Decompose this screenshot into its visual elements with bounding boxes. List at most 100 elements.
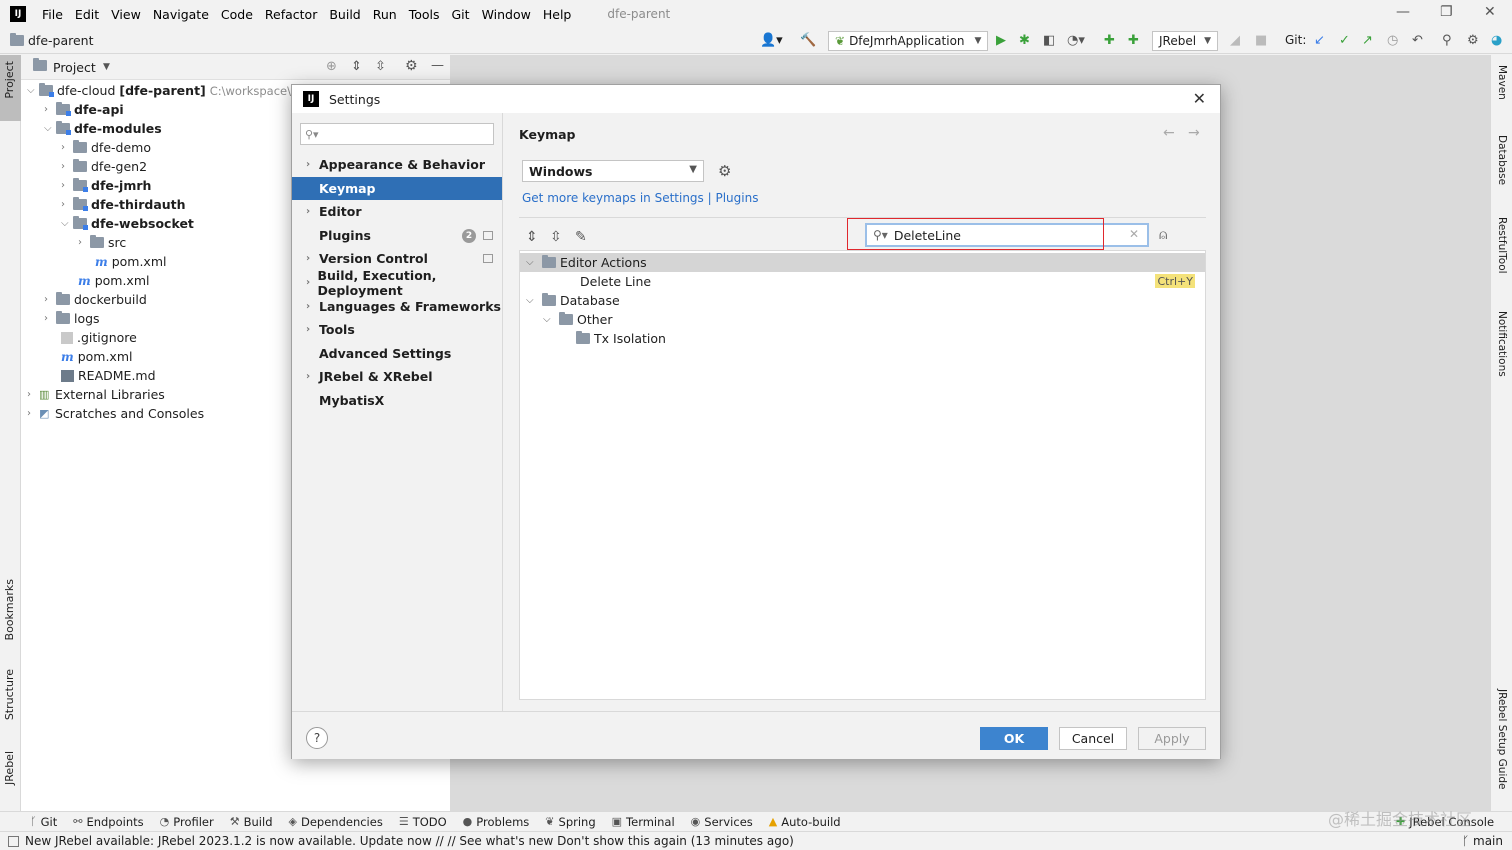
chevron-down-icon[interactable]: ⌵ [543, 314, 559, 325]
menu-refactor[interactable]: Refactor [259, 7, 323, 22]
tree-item-pom-root[interactable]: m pom.xml [61, 347, 132, 366]
menu-git[interactable]: Git [446, 7, 476, 22]
tree-item-pom-websocket[interactable]: m pom.xml [95, 252, 166, 271]
nav-keymap[interactable]: Keymap [292, 177, 502, 200]
chevron-down-icon[interactable]: ⌵ [27, 85, 39, 96]
git-update-icon[interactable]: ↙ [1314, 33, 1325, 48]
tree-item-database[interactable]: ⌵ Database [520, 291, 1205, 310]
chevron-right-icon[interactable]: › [61, 180, 73, 191]
chevron-right-icon[interactable]: › [44, 294, 56, 305]
apply-button[interactable]: Apply [1138, 727, 1206, 750]
chevron-down-icon[interactable]: ⌵ [526, 257, 542, 268]
settings-gear-icon[interactable]: ⚙ [1467, 33, 1479, 48]
structure-tab[interactable]: Structure [3, 669, 16, 720]
terminal-tool-button[interactable]: ▣ Terminal [612, 815, 675, 829]
chevron-right-icon[interactable]: › [61, 142, 73, 153]
rollback-icon[interactable]: ↶ [1412, 33, 1423, 48]
keymap-gear-icon[interactable]: ⚙ [718, 162, 731, 180]
menu-navigate[interactable]: Navigate [147, 7, 215, 22]
menu-edit[interactable]: Edit [69, 7, 105, 22]
git-push-icon[interactable]: ↗ [1362, 33, 1373, 48]
locate-icon[interactable]: ⊕ [326, 59, 337, 74]
git-commit-icon[interactable]: ✓ [1339, 33, 1350, 48]
nav-tools[interactable]: › Tools [292, 318, 502, 341]
menu-code[interactable]: Code [215, 7, 259, 22]
tree-item-editor-actions[interactable]: ⌵ Editor Actions [520, 253, 1205, 272]
menu-view[interactable]: View [105, 7, 147, 22]
nav-build-execution-deployment[interactable]: › Build, Execution, Deployment [292, 268, 502, 298]
tree-item-dfe-demo[interactable]: › dfe-demo [61, 138, 151, 157]
chevron-down-icon[interactable]: ▼ [103, 62, 110, 72]
jrebel-setup-guide-tab[interactable]: JRebel Setup Guide [1496, 689, 1508, 790]
restore-icon[interactable]: ❐ [1440, 4, 1453, 20]
expand-all-icon[interactable]: ⇕ [526, 229, 538, 245]
tree-item-readme[interactable]: README.md [61, 366, 156, 385]
menu-help[interactable]: Help [537, 7, 578, 22]
tree-item-external-libraries[interactable]: › ▥ External Libraries [27, 385, 165, 404]
settings-search-input[interactable]: ⚲▾ [300, 123, 494, 145]
build-tool-button[interactable]: ⚒ Build [230, 815, 273, 829]
tree-item-dfe-api[interactable]: › dfe-api [44, 100, 124, 119]
menu-build[interactable]: Build [323, 7, 366, 22]
jrebel-run-icon[interactable]: ✚ [1104, 33, 1115, 48]
run-config-select[interactable]: ❦ DfeJmrhApplication ▼ [828, 31, 989, 51]
project-panel-title[interactable]: Project [53, 60, 96, 75]
status-message[interactable]: New JRebel available: JRebel 2023.1.2 is… [25, 834, 794, 848]
menu-tools[interactable]: Tools [403, 7, 446, 22]
chevron-down-icon[interactable]: ⌵ [44, 123, 56, 134]
user-icon[interactable]: 👤▾ [760, 33, 783, 48]
run-icon[interactable]: ▶ [996, 33, 1006, 48]
chevron-right-icon[interactable]: › [27, 408, 39, 419]
tree-item-delete-line[interactable]: Delete Line Ctrl+Y [520, 272, 1205, 291]
cancel-button[interactable]: Cancel [1059, 727, 1127, 750]
jrebel-tab[interactable]: JRebel [3, 751, 16, 785]
restful-tool-tab[interactable]: RestfulTool [1496, 217, 1508, 274]
menu-run[interactable]: Run [367, 7, 403, 22]
help-button[interactable]: ? [306, 727, 328, 749]
ok-button[interactable]: OK [980, 727, 1048, 750]
chevron-right-icon[interactable]: › [44, 104, 56, 115]
bookmarks-tab[interactable]: Bookmarks [3, 579, 16, 640]
tree-item-scratches[interactable]: › ◩ Scratches and Consoles [27, 404, 204, 423]
menu-file[interactable]: File [36, 7, 69, 22]
clear-icon[interactable]: ✕ [1129, 227, 1139, 241]
chevron-right-icon[interactable]: › [27, 389, 39, 400]
find-by-shortcut-icon[interactable]: ⍝ [1159, 227, 1167, 243]
get-more-keymaps-link[interactable]: Get more keymaps in Settings | Plugins [522, 191, 758, 205]
tree-item-dfe-cloud[interactable]: ⌵ dfe-cloud [dfe-parent] C:\workspace\df… [27, 81, 309, 100]
edit-pencil-icon[interactable]: ✎ [575, 229, 587, 245]
git-tool-button[interactable]: ᚴ Git [30, 815, 57, 829]
nav-advanced-settings[interactable]: Advanced Settings [292, 342, 502, 365]
profile-icon[interactable]: ◔▾ [1067, 33, 1085, 48]
tree-item-logs[interactable]: › logs [44, 309, 100, 328]
todo-tool-button[interactable]: ☰ TODO [399, 815, 447, 829]
database-tab[interactable]: Database [1496, 135, 1508, 185]
notifications-tab[interactable]: Notifications [1496, 311, 1508, 377]
chevron-right-icon[interactable]: › [61, 161, 73, 172]
collapse-all-icon[interactable]: ⇳ [375, 59, 386, 74]
tree-item-gitignore[interactable]: .gitignore [61, 328, 137, 347]
notification-icon[interactable] [8, 835, 19, 847]
endpoints-tool-button[interactable]: ⚯ Endpoints [73, 815, 143, 829]
nav-appearance-behavior[interactable]: › Appearance & Behavior [292, 153, 502, 176]
jrebel-debug-icon[interactable]: ✚ [1128, 33, 1139, 48]
history-icon[interactable]: ◷ [1387, 33, 1398, 48]
minimize-icon[interactable]: — [1396, 4, 1410, 20]
tree-item-src[interactable]: › src [78, 233, 126, 252]
build-hammer-icon[interactable]: 🔨 [800, 33, 816, 48]
back-arrow-icon[interactable]: ← [1163, 125, 1175, 141]
coverage-icon[interactable]: ◧ [1043, 33, 1055, 48]
tree-item-dfe-jmrh[interactable]: › dfe-jmrh [61, 176, 151, 195]
tree-item-dfe-websocket[interactable]: ⌵ dfe-websocket [61, 214, 194, 233]
debug-icon[interactable]: ✱ [1019, 33, 1030, 48]
chevron-down-icon[interactable]: ⌵ [526, 295, 542, 306]
services-tool-button[interactable]: ◉ Services [691, 815, 753, 829]
nav-editor[interactable]: › Editor [292, 200, 502, 223]
nav-languages-frameworks[interactable]: › Languages & Frameworks [292, 295, 502, 318]
chevron-right-icon[interactable]: › [61, 199, 73, 210]
hide-icon[interactable]: — [431, 58, 444, 73]
nav-mybatisx[interactable]: MybatisX [292, 389, 502, 412]
tree-item-pom-modules[interactable]: m pom.xml [78, 271, 149, 290]
problems-tool-button[interactable]: ● Problems [463, 815, 530, 829]
plugin-icon[interactable]: ◕ [1491, 33, 1502, 48]
